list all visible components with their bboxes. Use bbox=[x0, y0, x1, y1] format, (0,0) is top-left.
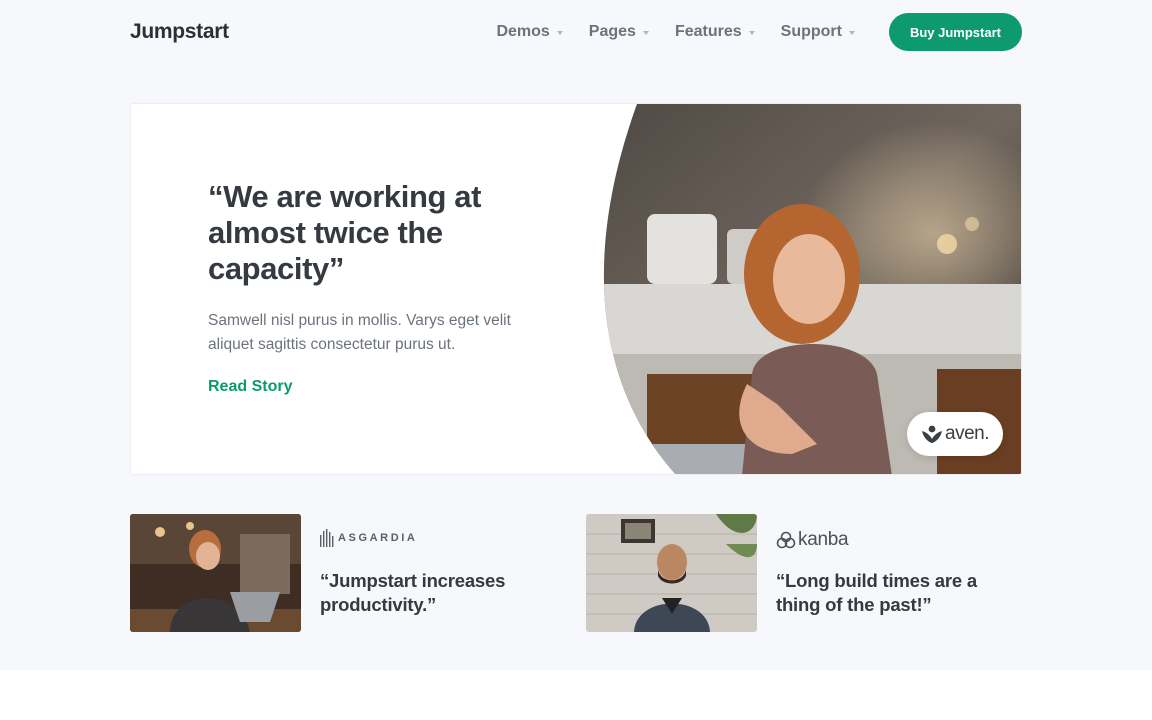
hero-description: Samwell nisl purus in mollis. Varys eget… bbox=[208, 312, 511, 353]
kanba-logo-text: kanba bbox=[798, 529, 849, 550]
testimonial-photo-man-brick-wall bbox=[586, 514, 757, 632]
nav-item-label: Support bbox=[780, 23, 842, 40]
kanba-rings-icon bbox=[776, 531, 796, 549]
kanba-logo: kanba bbox=[776, 529, 849, 551]
nav-item-pages[interactable]: Pages bbox=[589, 23, 649, 41]
nav-item-label: Features bbox=[674, 23, 742, 40]
aven-badge: aven. bbox=[907, 412, 1003, 456]
aven-logo-icon bbox=[922, 425, 942, 443]
aven-brand-text: aven. bbox=[945, 423, 989, 444]
testimonial-quote: “Jumpstart increases productivity.” bbox=[320, 570, 506, 615]
site-header: Jumpstart Demos Pages Features Support B… bbox=[130, 13, 1022, 51]
hero-text: “We are working at almost twice the capa… bbox=[208, 179, 528, 396]
chevron-down-icon bbox=[748, 31, 755, 35]
asgardia-logo-text: ASGARDIA bbox=[338, 532, 418, 544]
buy-jumpstart-button[interactable]: Buy Jumpstart bbox=[888, 13, 1022, 51]
chevron-down-icon bbox=[556, 31, 563, 35]
testimonial-card-kanba: kanba “Long build times are a thing of t… bbox=[586, 514, 1022, 632]
testimonial-quote: “Long build times are a thing of the pas… bbox=[776, 570, 977, 615]
asgardia-logo: ASGARDIA bbox=[320, 529, 417, 547]
testimonial-photo-man-laptop bbox=[130, 514, 301, 632]
nav-item-label: Pages bbox=[588, 23, 636, 40]
chevron-down-icon bbox=[642, 31, 649, 35]
hero-testimonial-card: “We are working at almost twice the capa… bbox=[130, 103, 1022, 475]
nav-item-label: Demos bbox=[496, 23, 550, 40]
chevron-down-icon bbox=[848, 31, 855, 35]
read-story-link[interactable]: Read Story bbox=[208, 378, 292, 396]
brand-logo[interactable]: Jumpstart bbox=[130, 20, 229, 44]
nav-item-demos[interactable]: Demos bbox=[496, 23, 563, 41]
hero-quote: “We are working at almost twice the capa… bbox=[208, 179, 482, 286]
nav-item-support[interactable]: Support bbox=[781, 23, 855, 41]
nav-item-features[interactable]: Features bbox=[675, 23, 755, 41]
asgardia-bars-icon bbox=[320, 529, 334, 547]
testimonial-card-asgardia: ASGARDIA “Jumpstart increases productivi… bbox=[130, 514, 550, 632]
main-nav: Demos Pages Features Support Buy Jumpsta… bbox=[496, 13, 1022, 51]
